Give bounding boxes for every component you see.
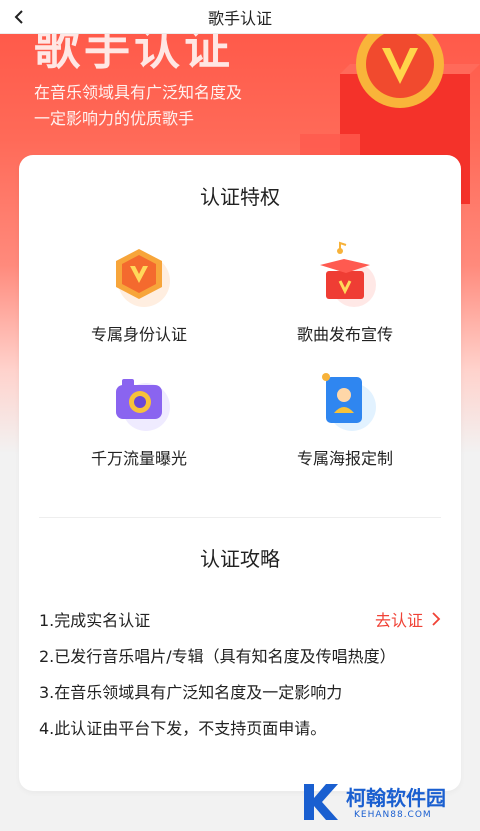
go-certify-label: 去认证 [374, 611, 423, 630]
chevron-right-icon [432, 612, 441, 626]
watermark: 柯翰软件园 KEHAN88.COM [298, 778, 468, 828]
page-title: 歌手认证 [207, 8, 272, 28]
step-item: 4.此认证由平台下发，不支持页面申请。 [39, 719, 327, 738]
divider [39, 517, 441, 518]
camera-icon [116, 379, 170, 431]
k-logo-icon [304, 784, 338, 820]
hero-description: 在音乐领域具有广泛知名度及一定影响力的优质歌手 [34, 83, 243, 128]
guide-title: 认证攻略 [200, 547, 280, 571]
step-item: 3.在音乐领域具有广泛知名度及一定影响力 [39, 683, 343, 702]
watermark-title: 柯翰软件园 [346, 786, 446, 810]
nav-bar: 歌手认证 [0, 0, 480, 34]
chevron-left-icon [14, 10, 23, 24]
perk-poster: 专属海报定制 [255, 365, 435, 469]
step-item: 2.已发行音乐唱片/专辑（具有知名度及传唱热度） [39, 647, 396, 666]
gift-box-icon [320, 241, 376, 307]
perks-title: 认证特权 [200, 185, 280, 209]
certification-card: 认证特权 专属身份认证 歌曲发布宣传 千万流量曝光 专属海报定制 认证攻略 1.… [19, 155, 461, 791]
perk-promotion: 歌曲发布宣传 [255, 241, 435, 345]
perk-identity: 专属身份认证 [49, 241, 229, 345]
poster-icon [322, 373, 376, 431]
hero-title: 歌手认证 [34, 34, 234, 75]
back-button[interactable] [6, 4, 32, 30]
perk-label: 千万流量曝光 [90, 449, 187, 468]
go-certify-link[interactable]: 去认证 [375, 607, 441, 631]
v-badge-icon [116, 249, 170, 307]
perk-exposure: 千万流量曝光 [49, 365, 229, 469]
perk-label: 歌曲发布宣传 [296, 325, 393, 344]
watermark-subtitle: KEHAN88.COM [354, 810, 432, 820]
perk-label: 专属海报定制 [296, 449, 393, 468]
perk-label: 专属身份认证 [90, 325, 187, 344]
step-item: 1.完成实名认证 [39, 611, 151, 630]
